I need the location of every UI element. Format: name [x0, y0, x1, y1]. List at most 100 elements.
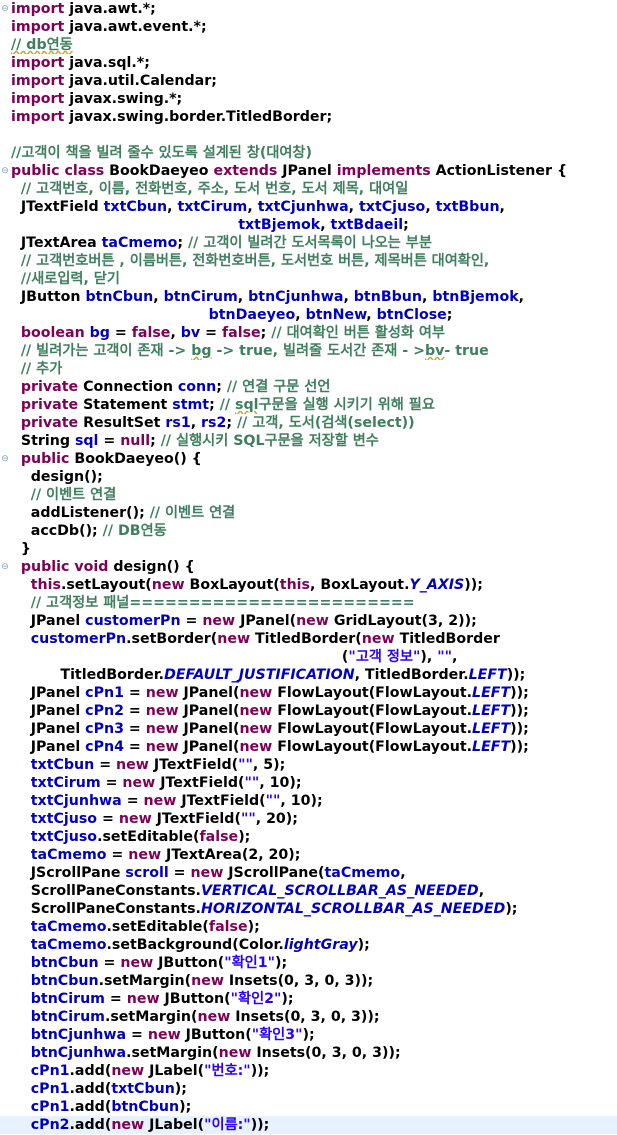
code-token: ));	[250, 1063, 270, 1079]
code-line[interactable]: import java.awt.event.*;	[0, 18, 617, 36]
code-token: private	[11, 415, 79, 431]
code-line[interactable]: JTextArea taCmemo; // 고객이 빌려간 도서목록이 나오는 …	[0, 234, 617, 252]
code-token: btnCirum	[163, 289, 238, 305]
code-line[interactable]: cPn2.add(new JLabel("이름:"));	[0, 1116, 617, 1134]
code-line[interactable]: }	[0, 540, 617, 558]
code-line[interactable]: public BookDaeyeo() {	[0, 450, 617, 468]
code-line[interactable]: btnDaeyeo, btnNew, btnClose;	[0, 306, 617, 324]
code-line[interactable]: ("고객 정보"), "",	[0, 648, 617, 666]
code-token: txtCjuso	[30, 811, 98, 827]
code-token: ),	[420, 649, 438, 665]
code-line[interactable]: cPn1.add(txtCbun);	[0, 1080, 617, 1098]
code-line[interactable]: // 추가	[0, 360, 617, 378]
code-token: TitledBorder.	[11, 667, 165, 683]
code-line[interactable]: txtCjuso = new JTextField("", 20);	[0, 810, 617, 828]
code-token: GridLayout(3, 2));	[328, 613, 477, 629]
code-line[interactable]: JPanel customerPn = new JPanel(new GridL…	[0, 612, 617, 630]
code-token: // db연동	[11, 37, 73, 53]
code-line[interactable]: JTextField txtCbun, txtCirum, txtCjunhwa…	[0, 198, 617, 216]
code-token: 구문을 실행 시키기 위해 필요	[258, 397, 435, 413]
code-line[interactable]: btnCjunhwa = new JButton("확인3");	[0, 1026, 617, 1044]
code-editor[interactable]: import java.awt.*; import java.awt.event.…	[0, 0, 617, 1135]
code-token: btnCirum	[30, 1009, 105, 1025]
code-line[interactable]: ScrollPaneConstants.VERTICAL_SCROLLBAR_A…	[0, 882, 617, 900]
code-token: new	[145, 703, 179, 719]
code-line[interactable]: this.setLayout(new BoxLayout(this, BoxLa…	[0, 576, 617, 594]
code-token: private	[11, 397, 79, 413]
code-token: new	[202, 613, 236, 629]
code-token: "확인1"	[224, 955, 275, 971]
code-line[interactable]: import java.util.Calendar;	[0, 72, 617, 90]
code-token: bv	[424, 343, 445, 359]
code-line[interactable]: btnCbun = new JButton("확인1");	[0, 954, 617, 972]
code-token: JButton(	[159, 991, 231, 1007]
code-token: this	[279, 577, 310, 593]
code-line[interactable]: cPn1.add(new JLabel("번호:"));	[0, 1062, 617, 1080]
code-line[interactable]: private Connection conn; // 연결 구문 선언	[0, 378, 617, 396]
code-line[interactable]: //고객이 책을 빌려 줄수 있도록 설계된 창(대여창)	[0, 144, 617, 162]
code-line[interactable]: txtCirum = new JTextField("", 10);	[0, 774, 617, 792]
code-line[interactable]: txtCbun = new JTextField("", 5);	[0, 756, 617, 774]
code-line[interactable]: btnCirum.setMargin(new Insets(0, 3, 0, 3…	[0, 1008, 617, 1026]
code-token: );	[238, 829, 251, 845]
code-line[interactable]: import java.sql.*;	[0, 54, 617, 72]
code-line[interactable]: // 고객번호, 이름, 전화번호, 주소, 도서 번호, 도서 제목, 대여일	[0, 180, 617, 198]
code-token: customerPn	[30, 631, 127, 647]
code-line[interactable]: cPn1.add(btnCbun);	[0, 1098, 617, 1116]
code-line[interactable]: JPanel cPn2 = new JPanel(new FlowLayout(…	[0, 702, 617, 720]
code-line[interactable]: public void design() {	[0, 558, 617, 576]
fold-toggle-icon[interactable]: ⊖	[0, 162, 10, 180]
code-line[interactable]: design();	[0, 468, 617, 486]
code-line[interactable]: txtBjemok, txtBdaeil;	[0, 216, 617, 234]
code-line[interactable]: boolean bg = false, bv = false; // 대여확인 …	[0, 324, 617, 342]
code-line[interactable]: JButton btnCbun, btnCirum, btnCjunhwa, b…	[0, 288, 617, 306]
code-token: txtCbun	[111, 1081, 175, 1097]
code-line[interactable]: // db연동	[0, 36, 617, 54]
code-line[interactable]: JPanel cPn3 = new JPanel(new FlowLayout(…	[0, 720, 617, 738]
code-line[interactable]: private Statement stmt; // sql구문을 실행 시키기…	[0, 396, 617, 414]
code-line[interactable]: btnCjunhwa.setMargin(new Insets(0, 3, 0,…	[0, 1044, 617, 1062]
code-line[interactable]: txtCjunhwa = new JTextField("", 10);	[0, 792, 617, 810]
code-token: new	[190, 865, 224, 881]
code-token: "이름:"	[204, 1117, 251, 1133]
code-line[interactable]	[0, 126, 617, 144]
code-line[interactable]: btnCirum = new JButton("확인2");	[0, 990, 617, 1008]
code-token: cPn1	[30, 1063, 70, 1079]
fold-toggle-icon[interactable]: ⊖	[0, 558, 10, 576]
code-line[interactable]: txtCjuso.setEditable(false);	[0, 828, 617, 846]
code-line[interactable]: private ResultSet rs1, rs2; // 고객, 도서(검색…	[0, 414, 617, 432]
code-line[interactable]: taCmemo.setEditable(false);	[0, 918, 617, 936]
code-line[interactable]: addListener(); // 이벤트 연결	[0, 504, 617, 522]
code-line[interactable]: JScrollPane scroll = new JScrollPane(taC…	[0, 864, 617, 882]
code-token: ,	[348, 199, 360, 215]
code-line[interactable]: import javax.swing.*;	[0, 90, 617, 108]
code-line[interactable]: import javax.swing.border.TitledBorder;	[0, 108, 617, 126]
code-token: javax.swing.*;	[64, 91, 183, 107]
code-line[interactable]: public class BookDaeyeo extends JPanel i…	[0, 162, 617, 180]
code-line[interactable]: // 고객정보 패널========================	[0, 594, 617, 612]
code-token: .setEditable(	[97, 829, 200, 845]
code-line[interactable]: JPanel cPn4 = new JPanel(new FlowLayout(…	[0, 738, 617, 756]
code-token: taCmemo	[324, 865, 401, 881]
code-line[interactable]: TitledBorder.DEFAULT_JUSTIFICATION, Titl…	[0, 666, 617, 684]
code-line[interactable]: JPanel cPn1 = new JPanel(new FlowLayout(…	[0, 684, 617, 702]
code-line[interactable]: ScrollPaneConstants.HORIZONTAL_SCROLLBAR…	[0, 900, 617, 918]
code-line[interactable]: taCmemo = new JTextArea(2, 20);	[0, 846, 617, 864]
code-line[interactable]: customerPn.setBorder(new TitledBorder(ne…	[0, 630, 617, 648]
code-line[interactable]: accDb(); // DB연동	[0, 522, 617, 540]
code-token: btnCjunhwa	[248, 289, 344, 305]
fold-toggle-icon[interactable]: ⊖	[0, 450, 10, 468]
code-line[interactable]: taCmemo.setBackground(Color.lightGray);	[0, 936, 617, 954]
fold-toggle-icon[interactable]: ⊖	[0, 0, 10, 18]
code-line[interactable]: //새로입력, 닫기	[0, 270, 617, 288]
code-line[interactable]: // 이벤트 연결	[0, 486, 617, 504]
code-line[interactable]: btnCbun.setMargin(new Insets(0, 3, 0, 3)…	[0, 972, 617, 990]
code-line[interactable]: import java.awt.*;	[0, 0, 617, 18]
code-line[interactable]: // 고객번호버튼 , 이름버튼, 전화번호버튼, 도서번호 버튼, 제목버튼 …	[0, 252, 617, 270]
code-line[interactable]: // 빌려가는 고객이 존재 -> bg -> true, 빌려줄 도서간 존재…	[0, 342, 617, 360]
code-line[interactable]: String sql = null; // 실행시키 SQL구문을 저장할 변수	[0, 432, 617, 450]
code-token: new	[361, 631, 395, 647]
